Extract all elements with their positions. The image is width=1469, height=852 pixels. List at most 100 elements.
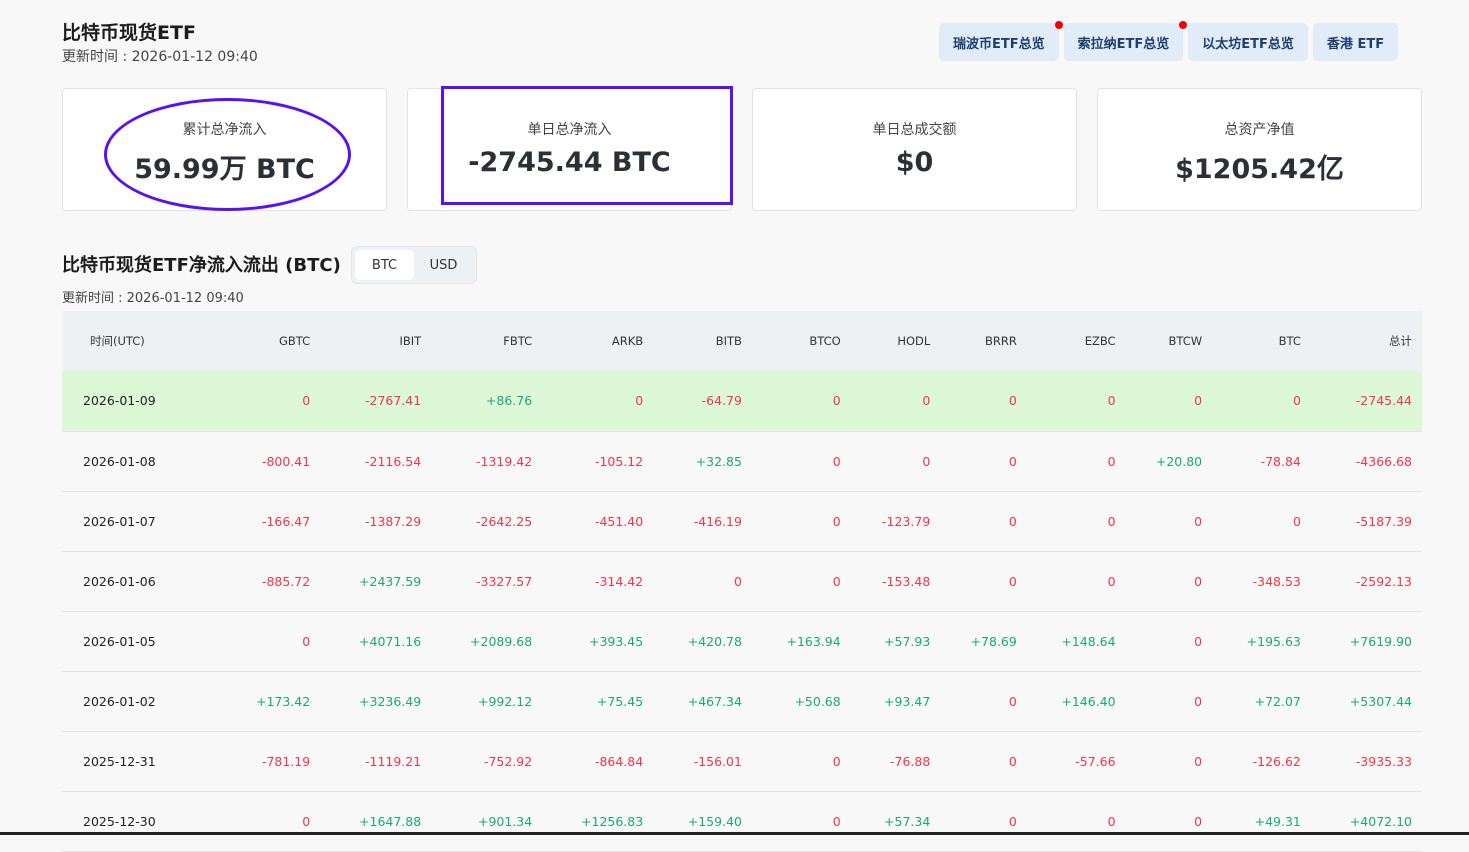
xrp-etf-button[interactable]: 瑞波币ETF总览 bbox=[939, 21, 1063, 61]
etf-nav: 瑞波币ETF总览 索拉纳ETF总览 以太坊ETF总览 香港 ETF bbox=[939, 21, 1399, 61]
flow-cell: +159.40 bbox=[653, 791, 752, 852]
flow-cell: -2116.54 bbox=[320, 431, 432, 492]
flow-cell: +32.85 bbox=[653, 431, 752, 492]
eth-etf-button[interactable]: 以太坊ETF总览 bbox=[1188, 23, 1308, 61]
flow-cell: +146.40 bbox=[1026, 671, 1126, 732]
flow-cell: 0 bbox=[221, 611, 321, 672]
sol-etf-label: 索拉纳ETF总览 bbox=[1077, 36, 1170, 52]
flow-cell: -78.84 bbox=[1212, 431, 1311, 492]
flow-cell: -1319.42 bbox=[431, 431, 543, 492]
flow-cell: +57.93 bbox=[850, 611, 941, 672]
hk-etf-label: 香港 ETF bbox=[1326, 36, 1385, 52]
flow-cell: 0 bbox=[1125, 551, 1213, 612]
flow-cell: +4071.16 bbox=[320, 611, 432, 672]
flow-cell: 0 bbox=[751, 491, 851, 552]
flow-cell: +5307.44 bbox=[1310, 671, 1422, 732]
hk-etf-button[interactable]: 香港 ETF bbox=[1312, 23, 1399, 61]
flow-cell: +4072.10 bbox=[1310, 791, 1422, 852]
flow-cell: 0 bbox=[940, 731, 1027, 792]
card-value: $1205.42亿 bbox=[1175, 154, 1344, 185]
flow-cell: +420.78 bbox=[653, 611, 752, 672]
flow-cell: 0 bbox=[221, 791, 321, 852]
card-value: $0 bbox=[895, 147, 934, 178]
card-label: 单日总净流入 bbox=[527, 122, 612, 138]
table-row: 2025-12-31 -781.19 -1119.21 -752.92 -864.84-… bbox=[62, 731, 1422, 792]
flow-cell: 0 bbox=[751, 551, 851, 612]
flow-cell: 0 bbox=[850, 431, 941, 492]
card-label: 单日总成交额 bbox=[872, 122, 957, 138]
date-cell: 2026-01-08 bbox=[62, 431, 222, 492]
xrp-etf-label: 瑞波币ETF总览 bbox=[953, 36, 1045, 52]
flow-cell: +20.80 bbox=[1125, 431, 1213, 492]
date-cell: 2025-12-30 bbox=[62, 791, 222, 852]
card-total-nav: 总资产净值 $1205.42亿 bbox=[1097, 88, 1422, 211]
flow-cell: -2642.25 bbox=[431, 491, 543, 552]
flow-cell: 0 bbox=[1125, 791, 1213, 852]
flow-cell: 0 bbox=[940, 551, 1027, 612]
date-cell: 2026-01-02 bbox=[62, 671, 222, 732]
card-label: 总资产净值 bbox=[1224, 122, 1295, 138]
flow-cell: 0 bbox=[1125, 611, 1213, 672]
flow-cell: -885.72 bbox=[221, 551, 321, 612]
flow-cell: 0 bbox=[751, 791, 851, 852]
flow-cell: +93.47 bbox=[850, 671, 941, 732]
flow-cell: -2745.44 bbox=[1310, 371, 1422, 432]
flow-cell: -166.47 bbox=[221, 491, 321, 552]
flow-cell: -76.88 bbox=[850, 731, 941, 792]
flow-cell: 0 bbox=[751, 731, 851, 792]
flow-cell: +195.63 bbox=[1212, 611, 1311, 672]
etf-flow-table: 时间(UTC) GBTC IBIT FBTC ARKB BITB BTCO HODL BRRR E… bbox=[62, 311, 1422, 852]
column-header: GBTC bbox=[221, 311, 321, 371]
column-header: EZBC bbox=[1026, 311, 1126, 371]
flow-cell: -57.66 bbox=[1026, 731, 1126, 792]
sol-etf-button[interactable]: 索拉纳ETF总览 bbox=[1063, 21, 1188, 61]
flow-cell: -156.01 bbox=[653, 731, 752, 792]
toggle-usd[interactable]: USD bbox=[414, 250, 473, 280]
column-header: FBTC bbox=[431, 311, 543, 371]
flow-cell: -126.62 bbox=[1212, 731, 1311, 792]
date-cell: 2026-01-07 bbox=[62, 491, 222, 552]
table-row: 2026-01-05 0 +4071.16 +2089.68 +393.45 +420.7… bbox=[62, 611, 1422, 672]
flow-cell: +148.64 bbox=[1026, 611, 1126, 672]
flow-cell: 0 bbox=[1125, 671, 1213, 732]
flow-cell: 0 bbox=[751, 371, 851, 432]
card-value: -2745.44 BTC bbox=[468, 147, 671, 178]
flow-cell: +992.12 bbox=[431, 671, 543, 732]
flow-cell: 0 bbox=[1026, 791, 1126, 852]
flow-cell: -752.92 bbox=[431, 731, 543, 792]
column-header: HODL bbox=[850, 311, 941, 371]
column-header: BITB bbox=[653, 311, 752, 371]
unit-toggle: BTC USD bbox=[351, 246, 477, 284]
flow-cell: +393.45 bbox=[542, 611, 654, 672]
flow-cell: -314.42 bbox=[542, 551, 654, 612]
flow-cell: 0 bbox=[1212, 371, 1311, 432]
column-header: BTCW bbox=[1125, 311, 1213, 371]
flow-cell: +7619.90 bbox=[1310, 611, 1422, 672]
column-header: 时间(UTC) bbox=[62, 311, 222, 371]
card-cumulative-inflow: 累计总净流入 59.99万 BTC bbox=[62, 88, 387, 211]
column-header: ARKB bbox=[542, 311, 654, 371]
flow-cell: +3236.49 bbox=[320, 671, 432, 732]
flow-cell: -2592.13 bbox=[1310, 551, 1422, 612]
flow-cell: 0 bbox=[1125, 371, 1213, 432]
table-row: 2026-01-09 0 -2767.41 +86.76 0 -64.79 0 0 0 0 0 0 -2… bbox=[62, 371, 1422, 432]
flow-cell: 0 bbox=[850, 371, 941, 432]
table-row: 2025-12-30 0 +1647.88 +901.34 +1256.83 +159.4… bbox=[62, 791, 1422, 852]
date-cell: 2026-01-06 bbox=[62, 551, 222, 612]
flow-cell: 0 bbox=[1212, 491, 1311, 552]
table-row: 2026-01-06 -885.72 +2437.59 -3327.57 -314.42… bbox=[62, 551, 1422, 612]
flow-cell: 0 bbox=[1026, 551, 1126, 612]
table-header: 时间(UTC) GBTC IBIT FBTC ARKB BITB BTCO HODL BRRR E… bbox=[62, 311, 1422, 371]
table-row: 2026-01-08 -800.41 -2116.54 -1319.42 -105.12… bbox=[62, 431, 1422, 492]
flow-cell: 0 bbox=[1026, 431, 1126, 492]
section-title: 比特币现货ETF净流入流出 (BTC) bbox=[62, 255, 341, 276]
flow-cell: -105.12 bbox=[542, 431, 654, 492]
date-cell: 2026-01-05 bbox=[62, 611, 222, 672]
flow-cell: -1119.21 bbox=[320, 731, 432, 792]
flow-cell: +86.76 bbox=[431, 371, 543, 432]
flow-cell: 0 bbox=[1026, 371, 1126, 432]
card-daily-volume: 单日总成交额 $0 bbox=[752, 88, 1077, 211]
flow-cell: +2089.68 bbox=[431, 611, 543, 672]
eth-etf-label: 以太坊ETF总览 bbox=[1202, 36, 1294, 52]
toggle-btc[interactable]: BTC bbox=[355, 250, 414, 280]
